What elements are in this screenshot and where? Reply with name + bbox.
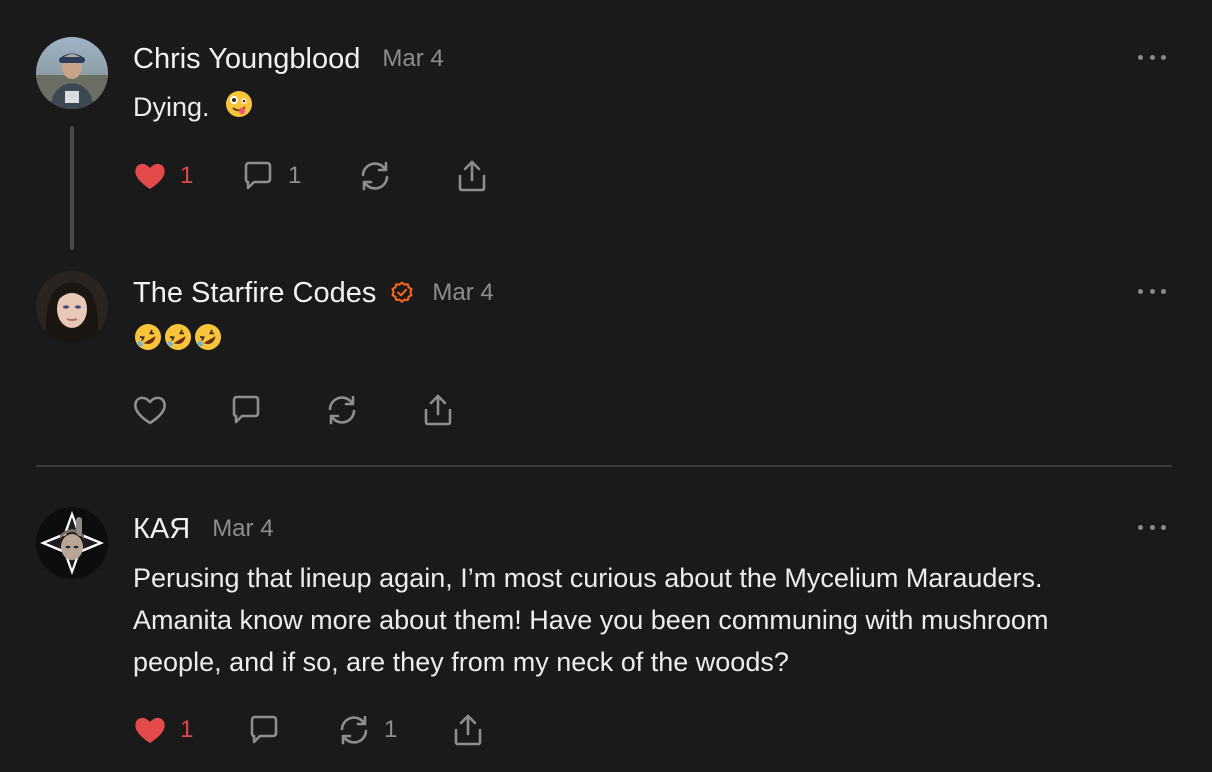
restack-button[interactable] [324, 390, 360, 430]
avatar[interactable] [36, 37, 108, 109]
comment-bubble-icon [244, 161, 272, 190]
more-options-button[interactable] [1138, 47, 1166, 67]
author-name[interactable]: КАЯ [133, 513, 190, 546]
author-name[interactable]: The Starfire Codes [133, 277, 376, 310]
comment-button[interactable] [228, 390, 264, 430]
restack-button[interactable]: 1 [336, 710, 397, 750]
like-button[interactable]: 1 [132, 156, 193, 196]
post-date[interactable]: Mar 4 [382, 45, 443, 73]
rolling-on-floor-laughing-icon [133, 322, 163, 364]
dot-icon [1149, 54, 1155, 60]
like-button[interactable] [132, 390, 168, 430]
comment-text: Perusing that lineup again, I’m most cur… [133, 563, 1049, 677]
restack-icon [361, 161, 389, 191]
action-bar: 1 1 [0, 710, 1212, 750]
restack-icon [340, 715, 368, 745]
dot-icon [1138, 524, 1143, 530]
comment-body [133, 320, 1143, 364]
rolling-on-floor-laughing-icon [193, 322, 223, 364]
more-options-button[interactable] [1138, 281, 1166, 301]
comment-button[interactable] [246, 710, 282, 750]
share-icon [454, 714, 482, 746]
comment-thread: Chris Youngblood Mar 4 Dying. 1 1 The St… [0, 0, 1212, 772]
comment-header: The Starfire Codes Mar 4 [133, 273, 494, 313]
post-date[interactable]: Mar 4 [432, 279, 493, 307]
dot-icon [1138, 288, 1143, 294]
heart-filled-icon [135, 163, 165, 189]
dot-icon [1138, 54, 1143, 60]
restack-count: 1 [384, 716, 398, 743]
comment-text: Dying. [133, 92, 210, 122]
more-options-button[interactable] [1138, 517, 1166, 537]
restack-icon [328, 395, 356, 425]
dot-icon [1149, 288, 1155, 294]
comment-count: 1 [288, 162, 302, 189]
avatar[interactable] [36, 271, 108, 343]
post-date[interactable]: Mar 4 [212, 515, 273, 543]
share-button[interactable] [454, 156, 490, 196]
dot-icon [1161, 524, 1166, 530]
comment-bubble-icon [232, 395, 260, 424]
comment-button[interactable]: 1 [240, 156, 301, 196]
comment-body: Dying. [133, 86, 1143, 130]
restack-button[interactable] [357, 156, 393, 196]
heart-outline-icon [134, 396, 166, 425]
share-icon [424, 394, 452, 426]
like-count: 1 [180, 162, 194, 189]
like-count: 1 [180, 716, 194, 743]
dot-icon [1161, 54, 1166, 60]
share-button[interactable] [420, 390, 456, 430]
comment-bubble-icon [250, 715, 278, 744]
divider [36, 465, 1172, 467]
author-name[interactable]: Chris Youngblood [133, 43, 360, 76]
zany-face-icon [225, 88, 253, 130]
action-bar [0, 390, 1212, 430]
share-icon [458, 160, 486, 192]
share-button[interactable] [450, 710, 486, 750]
comment-header: Chris Youngblood Mar 4 [133, 39, 444, 79]
avatar[interactable] [36, 507, 108, 579]
dot-icon [1149, 524, 1155, 530]
dot-icon [1161, 288, 1166, 294]
comment-header: КАЯ Mar 4 [133, 509, 274, 549]
heart-filled-icon [135, 717, 165, 743]
verified-badge-icon [390, 281, 414, 305]
rolling-on-floor-laughing-icon [163, 322, 193, 364]
action-bar: 1 1 [0, 156, 1212, 196]
like-button[interactable]: 1 [132, 710, 193, 750]
comment-body: Perusing that lineup again, I’m most cur… [133, 557, 1143, 683]
